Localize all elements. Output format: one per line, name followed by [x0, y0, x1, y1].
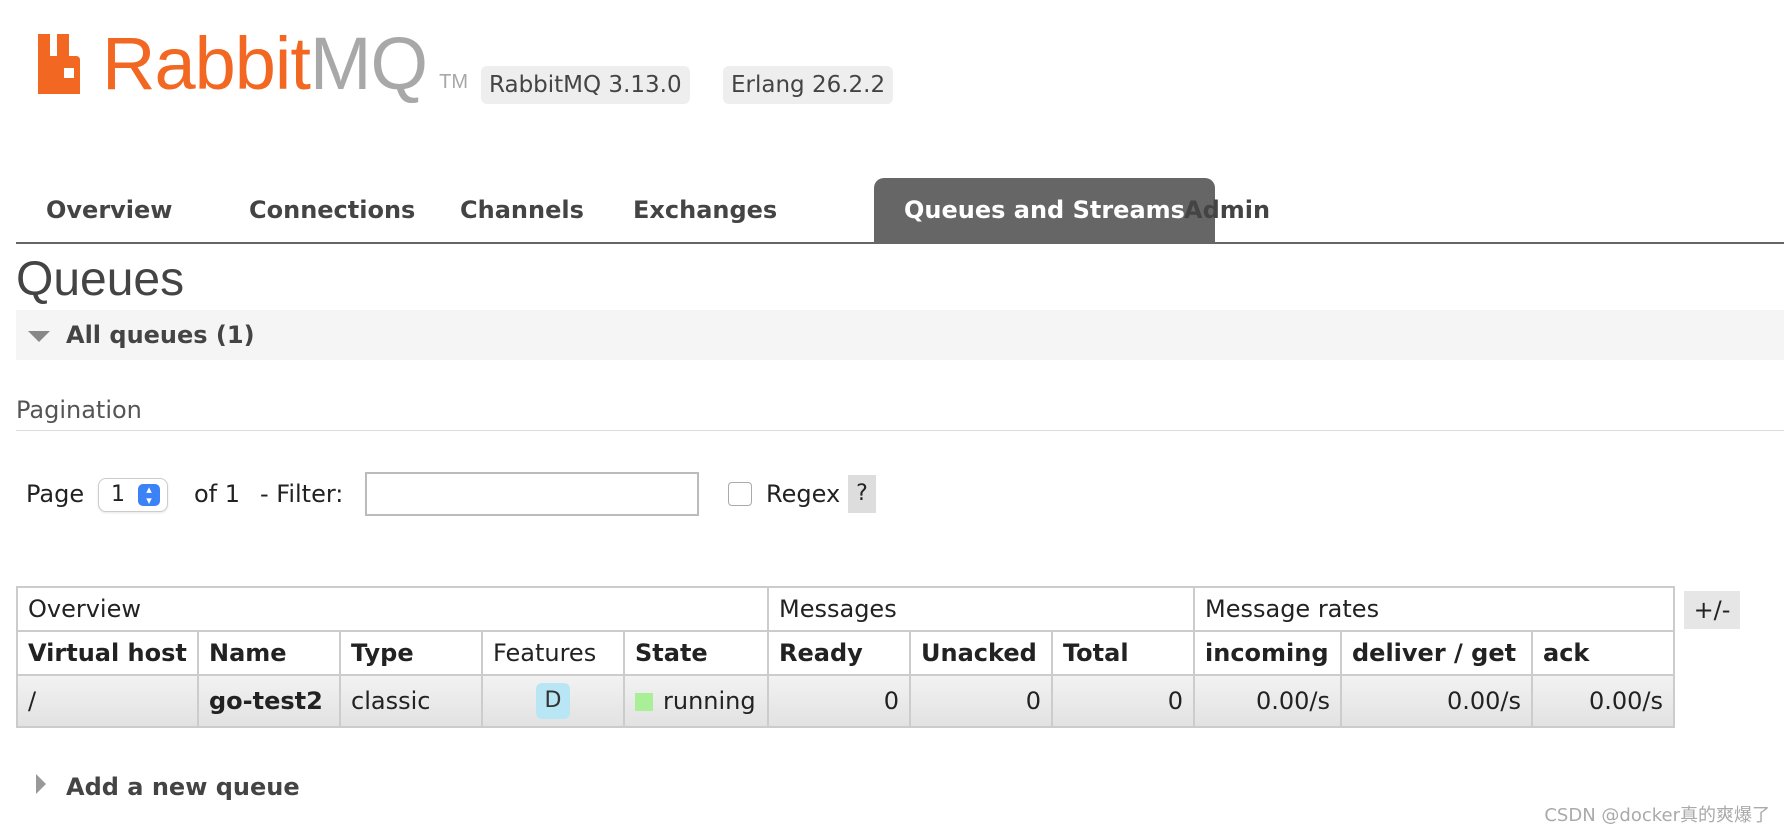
main-nav-tabs: Overview Connections Channels Exchanges … — [16, 178, 1784, 244]
queue-name-link[interactable]: go-test2 — [197, 674, 341, 728]
pagination-divider — [16, 430, 1784, 431]
cell-virtual-host: / — [16, 674, 199, 728]
cell-ack: 0.00/s — [1531, 674, 1675, 728]
state-running-icon — [635, 693, 653, 711]
regex-label: Regex — [766, 480, 841, 508]
col-header-state[interactable]: State — [623, 630, 769, 676]
regex-checkbox[interactable] — [728, 482, 752, 506]
col-header-name[interactable]: Name — [197, 630, 341, 676]
col-header-ready[interactable]: Ready — [767, 630, 911, 676]
group-header-message-rates: Message rates — [1193, 586, 1675, 632]
filter-input[interactable] — [365, 472, 699, 516]
cell-features: D — [481, 674, 625, 728]
column-toggle-button[interactable]: +/- — [1684, 591, 1740, 629]
watermark: CSDN @docker真的爽爆了 — [1544, 805, 1770, 826]
logo-text-rabbit: Rabbit — [102, 22, 311, 105]
page-label: Page — [26, 480, 85, 508]
collapsed-triangle-icon — [36, 774, 46, 794]
all-queues-section-toggle[interactable] — [16, 310, 1784, 360]
group-header-overview: Overview — [16, 586, 769, 632]
col-header-total[interactable]: Total — [1051, 630, 1195, 676]
table-row[interactable]: / go-test2 classic D running 0 0 0 0.00/… — [16, 674, 1675, 728]
expanded-triangle-icon — [28, 331, 50, 342]
group-header-messages: Messages — [767, 586, 1195, 632]
rabbitmq-version-badge: RabbitMQ 3.13.0 — [481, 66, 690, 104]
durable-feature-badge: D — [536, 683, 570, 719]
tab-channels[interactable]: Channels — [430, 178, 614, 242]
all-queues-label[interactable]: All queues (1) — [66, 318, 255, 352]
page-title: Queues — [16, 253, 185, 306]
regex-help-button[interactable]: ? — [848, 475, 876, 513]
col-header-virtual-host[interactable]: Virtual host — [16, 630, 199, 676]
page-select[interactable]: 1 ▴ ▾ — [98, 478, 168, 512]
logo-text-mq: MQ — [309, 22, 428, 105]
table-column-header-row: Virtual host Name Type Features State Re… — [16, 630, 1675, 676]
cell-state: running — [623, 674, 769, 728]
table-group-header-row: Overview Messages Message rates — [16, 586, 1675, 632]
cell-type: classic — [339, 674, 483, 728]
queues-table: Overview Messages Message rates Virtual … — [16, 586, 1675, 728]
of-pages-label: of 1 — [194, 480, 241, 508]
add-new-queue-toggle[interactable]: Add a new queue — [66, 770, 300, 804]
pagination-heading: Pagination — [16, 396, 142, 424]
col-header-deliver-get[interactable]: deliver / get — [1340, 630, 1533, 676]
rabbitmq-logo[interactable]: Rabbit MQ TM — [38, 22, 468, 105]
cell-total: 0 — [1051, 674, 1195, 728]
cell-ready: 0 — [767, 674, 911, 728]
cell-deliver-get: 0.00/s — [1340, 674, 1533, 728]
rabbitmq-logo-mark-icon — [38, 34, 80, 94]
select-stepper-icon: ▴ ▾ — [138, 484, 160, 506]
col-header-incoming[interactable]: incoming — [1193, 630, 1342, 676]
state-text: running — [663, 687, 756, 715]
col-header-type[interactable]: Type — [339, 630, 483, 676]
col-header-features: Features — [481, 630, 625, 676]
tab-connections[interactable]: Connections — [219, 178, 445, 242]
tab-admin[interactable]: Admin — [1154, 178, 1300, 242]
tab-exchanges[interactable]: Exchanges — [603, 178, 807, 242]
erlang-version-badge: Erlang 26.2.2 — [723, 66, 894, 104]
col-header-ack[interactable]: ack — [1531, 630, 1675, 676]
page-select-value: 1 — [111, 482, 125, 507]
filter-label: - Filter: — [260, 480, 344, 508]
cell-incoming: 0.00/s — [1193, 674, 1342, 728]
cell-unacked: 0 — [909, 674, 1053, 728]
logo-trademark: TM — [439, 71, 468, 93]
tab-overview[interactable]: Overview — [16, 178, 202, 242]
col-header-unacked[interactable]: Unacked — [909, 630, 1053, 676]
